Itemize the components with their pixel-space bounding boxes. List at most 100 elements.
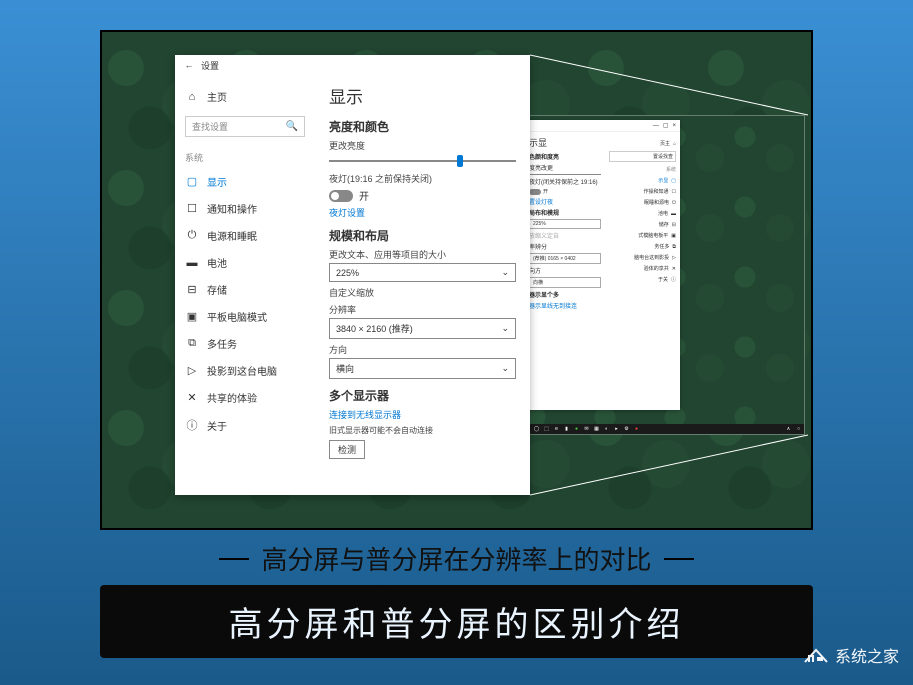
tray-icon[interactable]: ∧ bbox=[785, 426, 792, 432]
taskview-icon[interactable]: ⬚ bbox=[543, 426, 550, 432]
sidebar-item-shared[interactable]: ✕ 共享的体验 bbox=[175, 384, 315, 411]
app-icon[interactable]: ◐ bbox=[603, 426, 610, 432]
watermark: 系统之家 bbox=[803, 643, 899, 667]
small-sidebar-multitask[interactable]: 务任多⧉ bbox=[609, 243, 676, 250]
small-sidebar: 页主⌂ 置设找查 系统 示显▢ 作操和知通☐ 眠睡和源电⏻ 池电▬ 储存⊟ 式模… bbox=[605, 132, 680, 410]
small-brightness-label: 度亮改更 bbox=[529, 163, 601, 172]
app-icon[interactable]: ⚙ bbox=[623, 426, 630, 432]
sidebar-item-display[interactable]: ▢ 显示 bbox=[175, 168, 315, 195]
nightlight-settings-link[interactable]: 夜灯设置 bbox=[329, 206, 516, 219]
resolution-label: 分辨率 bbox=[329, 303, 516, 316]
small-window-titlebar: — ▢ × bbox=[525, 120, 680, 132]
old-display-note: 旧式显示器可能不会自动连接 bbox=[329, 425, 516, 436]
sidebar-search-input[interactable]: 查找设置 🔍 bbox=[185, 116, 305, 137]
about-icon: ⓘ bbox=[185, 417, 199, 433]
sidebar-item-multitask[interactable]: ⧉ 多任务 bbox=[175, 330, 315, 357]
sidebar-home-label: 主页 bbox=[207, 89, 227, 104]
multitask-icon: ⧉ bbox=[185, 337, 199, 350]
small-content-panel: 示显 色颜和度亮 度亮改更 夜灯(闭关持保前之 19:16) 开 置设灯夜 局布… bbox=[525, 132, 605, 410]
small-section-label: 系统 bbox=[609, 166, 676, 173]
scale-label: 更改文本、应用等项目的大小 bbox=[329, 248, 516, 261]
chevron-down-icon: ⌄ bbox=[501, 323, 509, 334]
home-icon: ⌂ bbox=[185, 91, 199, 103]
page-title: 显示 bbox=[329, 83, 516, 108]
sidebar-item-about[interactable]: ⓘ 关于 bbox=[175, 411, 315, 439]
small-scale-dropdown[interactable]: 225% bbox=[529, 219, 601, 229]
detect-button[interactable]: 检测 bbox=[329, 440, 365, 459]
small-sidebar-notify[interactable]: 作操和知通☐ bbox=[609, 188, 676, 195]
watermark-text: 系统之家 bbox=[835, 643, 899, 667]
settings-window-large: ← 设置 ⌂ 主页 查找设置 🔍 系统 ▢ 显示 ☐ 通知和操作 ⏻ bbox=[175, 55, 530, 495]
nightlight-label: 夜灯(19:16 之前保持关闭) bbox=[329, 172, 516, 185]
small-nightlight: 夜灯(闭关持保前之 19:16) bbox=[529, 177, 601, 186]
brightness-slider[interactable] bbox=[329, 154, 516, 168]
small-sidebar-about[interactable]: 于关ⓘ bbox=[609, 276, 676, 283]
sidebar-home[interactable]: ⌂ 主页 bbox=[175, 83, 315, 110]
small-page-title: 示显 bbox=[529, 136, 601, 149]
minimize-icon[interactable]: — bbox=[653, 123, 659, 129]
small-orientation-dropdown[interactable]: 向横 bbox=[529, 277, 601, 288]
orientation-dropdown[interactable]: 横向 ⌄ bbox=[329, 358, 516, 379]
small-sidebar-battery[interactable]: 池电▬ bbox=[609, 210, 676, 217]
small-resolution-dropdown[interactable]: (荐推) 0165 × 0402 bbox=[529, 253, 601, 264]
sidebar-item-storage[interactable]: ⊟ 存储 bbox=[175, 276, 315, 303]
orientation-label: 方向 bbox=[329, 343, 516, 356]
caption-title-banner: 高分屏和普分屏的区别介绍 bbox=[100, 585, 813, 658]
wireless-display-link[interactable]: 连接到无线显示器 bbox=[329, 408, 516, 421]
small-slider[interactable] bbox=[529, 174, 601, 175]
small-sidebar-storage[interactable]: 储存⊟ bbox=[609, 221, 676, 228]
app-icon[interactable]: ▸ bbox=[613, 426, 620, 432]
scale-dropdown[interactable]: 225% ⌄ bbox=[329, 263, 516, 282]
small-link[interactable]: 置设灯夜 bbox=[529, 197, 601, 206]
app-icon[interactable]: ✉ bbox=[583, 426, 590, 432]
tray-icon[interactable]: ○ bbox=[795, 426, 802, 432]
small-orientation-label: 向方 bbox=[529, 266, 601, 275]
section-brightness: 亮度和颜色 bbox=[329, 118, 516, 135]
settings-content: 显示 亮度和颜色 更改亮度 夜灯(19:16 之前保持关闭) 开 夜灯设置 规模… bbox=[315, 75, 530, 495]
battery-icon: ▬ bbox=[185, 257, 199, 269]
taskbar-small: ⊞ ◯ ⬚ e ▮ ● ✉ ▦ ◐ ▸ ⚙ ● ∧ ○ bbox=[521, 424, 804, 434]
edge-icon[interactable]: e bbox=[553, 426, 560, 432]
sidebar-section-system: 系统 bbox=[175, 147, 315, 168]
nightlight-toggle[interactable]: 开 bbox=[329, 188, 516, 203]
small-home[interactable]: 页主⌂ bbox=[609, 140, 676, 147]
sidebar-item-project[interactable]: ▷ 投影到这台电脑 bbox=[175, 357, 315, 384]
sidebar-item-tablet[interactable]: ▣ 平板电脑模式 bbox=[175, 303, 315, 330]
small-custom-scale: 放缩义定自 bbox=[529, 231, 601, 240]
search-icon: 🔍 bbox=[286, 121, 298, 132]
window-titlebar: ← 设置 bbox=[175, 55, 530, 75]
sidebar-item-notifications[interactable]: ☐ 通知和操作 bbox=[175, 195, 315, 222]
sidebar-item-power[interactable]: ⏻ 电源和睡眠 bbox=[175, 222, 315, 249]
watermark-logo-icon bbox=[803, 644, 829, 666]
close-icon[interactable]: × bbox=[672, 123, 676, 129]
small-search[interactable]: 置设找查 bbox=[609, 151, 676, 162]
small-toggle[interactable]: 开 bbox=[529, 188, 601, 195]
resolution-dropdown[interactable]: 3840 × 2160 (推荐) ⌄ bbox=[329, 318, 516, 339]
maximize-icon[interactable]: ▢ bbox=[663, 122, 669, 129]
small-resolution-label: 率辨分 bbox=[529, 242, 601, 251]
app-icon[interactable]: ● bbox=[573, 426, 580, 432]
caption-container: 高分屏与普分屏在分辨率上的对比 高分屏和普分屏的区别介绍 bbox=[100, 540, 813, 658]
app-icon[interactable]: ● bbox=[633, 426, 640, 432]
window-title: 设置 bbox=[201, 59, 219, 72]
project-icon: ▷ bbox=[185, 364, 199, 377]
power-icon: ⏻ bbox=[185, 229, 199, 242]
small-sidebar-display[interactable]: 示显▢ bbox=[609, 177, 676, 184]
shared-icon: ✕ bbox=[185, 391, 199, 404]
small-sidebar-project[interactable]: 脑电台这到影投▷ bbox=[609, 254, 676, 261]
small-sidebar-tablet[interactable]: 式模脑电板平▣ bbox=[609, 232, 676, 239]
small-section-brightness: 色颜和度亮 bbox=[529, 152, 601, 161]
brightness-label: 更改亮度 bbox=[329, 139, 516, 152]
small-sidebar-shared[interactable]: 验体的享共✕ bbox=[609, 265, 676, 272]
small-wireless-link[interactable]: 器示显线无到接连 bbox=[529, 301, 601, 310]
small-multi-section: 器示显个多 bbox=[529, 290, 601, 299]
back-button[interactable]: ← bbox=[181, 57, 197, 73]
app-icon[interactable]: ▦ bbox=[593, 426, 600, 432]
storage-icon: ⊟ bbox=[185, 283, 199, 296]
search-icon[interactable]: ◯ bbox=[533, 426, 540, 432]
explorer-icon[interactable]: ▮ bbox=[563, 426, 570, 432]
small-sidebar-power[interactable]: 眠睡和源电⏻ bbox=[609, 199, 676, 206]
custom-scale-link: 自定义缩放 bbox=[329, 286, 516, 299]
section-scale: 规模和布局 bbox=[329, 227, 516, 244]
sidebar-item-battery[interactable]: ▬ 电池 bbox=[175, 249, 315, 276]
